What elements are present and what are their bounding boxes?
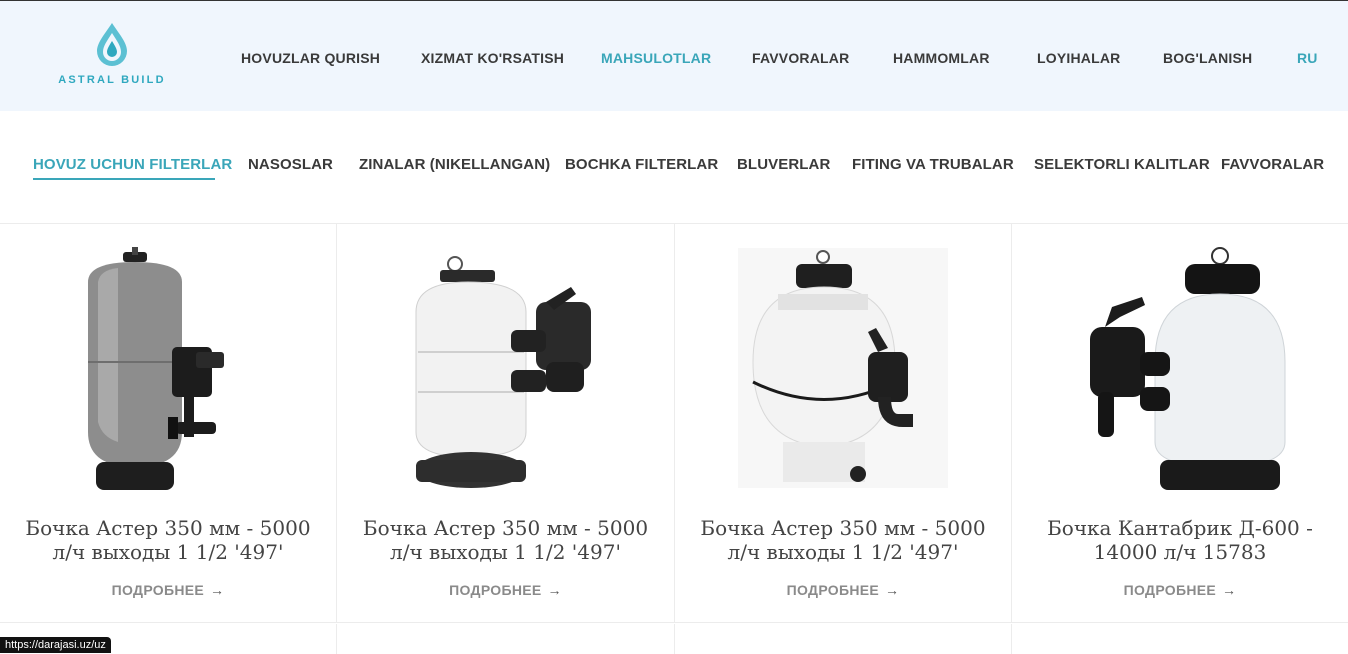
- logo[interactable]: ASTRAL BUILD: [50, 19, 174, 91]
- nav-xizmat-korsatish[interactable]: XIZMAT KO'RSATISH: [421, 50, 564, 66]
- product-card[interactable]: Бочка Астер 350 мм - 5000 л/ч выходы 1 1…: [337, 224, 675, 623]
- product-image[interactable]: [675, 242, 1011, 497]
- product-title[interactable]: Бочка Астер 350 мм - 5000 л/ч выходы 1 1…: [695, 516, 991, 564]
- logo-text: ASTRAL BUILD: [58, 74, 166, 86]
- category-nav: HOVUZ UCHUN FILTERLAR NASOSLAR ZINALAR (…: [0, 111, 1348, 224]
- browser-status-url: https://darajasi.uz/uz: [0, 637, 111, 653]
- more-link-label: ПОДРОБНЕЕ: [449, 582, 542, 598]
- more-link-label: ПОДРОБНЕЕ: [786, 582, 880, 598]
- product-card[interactable]: Бочка Астер 350 мм - 5000 л/ч выходы 1 1…: [675, 224, 1012, 623]
- category-bochka-filterlar[interactable]: BOCHKA FILTERLAR: [565, 156, 718, 173]
- more-link[interactable]: ПОДРОБНЕЕ →: [337, 582, 674, 598]
- more-link[interactable]: ПОДРОБНЕЕ →: [0, 582, 336, 598]
- nav-loyihalar[interactable]: LOYIHALAR: [1037, 50, 1120, 66]
- water-drop-icon: [97, 23, 127, 66]
- arrow-right-icon: →: [1222, 582, 1237, 598]
- language-switch[interactable]: RU: [1297, 50, 1318, 66]
- category-hovuz-uchun-filterlar[interactable]: HOVUZ UCHUN FILTERLAR: [33, 156, 232, 173]
- product-title[interactable]: Бочка Астер 350 мм - 5000 л/ч выходы 1 1…: [357, 516, 654, 564]
- product-image[interactable]: [0, 242, 336, 497]
- product-image[interactable]: [1012, 242, 1348, 497]
- nav-mahsulotlar[interactable]: MAHSULOTLAR: [601, 50, 711, 66]
- product-card-next-row: [675, 624, 1012, 654]
- category-zinalar[interactable]: ZINALAR (NIKELLANGAN): [359, 156, 550, 173]
- category-fiting-va-trubalar[interactable]: FITING VA TRUBALAR: [852, 156, 1014, 173]
- category-favvoralar[interactable]: FAVVORALAR: [1221, 156, 1324, 173]
- arrow-right-icon: →: [210, 582, 225, 598]
- arrow-right-icon: →: [885, 582, 900, 598]
- product-grid: Бочка Астер 350 мм - 5000 л/ч выходы 1 1…: [0, 224, 1348, 654]
- product-title[interactable]: Бочка Кантабрик Д-600 - 14000 л/ч 15783: [1032, 516, 1328, 564]
- nav-hovuzlar-qurish[interactable]: HOVUZLAR QURISH: [241, 50, 380, 66]
- more-link[interactable]: ПОДРОБНЕЕ →: [675, 582, 1011, 598]
- product-title[interactable]: Бочка Астер 350 мм - 5000 л/ч выходы 1 1…: [20, 516, 316, 564]
- active-category-underline: [33, 178, 215, 180]
- more-link-label: ПОДРОБНЕЕ: [111, 582, 205, 598]
- product-card[interactable]: Бочка Астер 350 мм - 5000 л/ч выходы 1 1…: [0, 224, 337, 623]
- nav-favvoralar[interactable]: FAVVORALAR: [752, 50, 849, 66]
- more-link-label: ПОДРОБНЕЕ: [1123, 582, 1217, 598]
- category-bluverlar[interactable]: BLUVERLAR: [737, 156, 830, 173]
- category-selektorli-kalitlar[interactable]: SELEKTORLI KALITLAR: [1034, 156, 1210, 173]
- more-link[interactable]: ПОДРОБНЕЕ →: [1012, 582, 1348, 598]
- product-card[interactable]: Бочка Кантабрик Д-600 - 14000 л/ч 15783 …: [1012, 224, 1348, 623]
- nav-boglanish[interactable]: BOG'LANISH: [1163, 50, 1252, 66]
- arrow-right-icon: →: [547, 582, 562, 598]
- product-card-next-row: [337, 624, 675, 654]
- nav-hammomlar[interactable]: HAMMOMLAR: [893, 50, 990, 66]
- product-image[interactable]: [337, 242, 674, 497]
- site-header: ASTRAL BUILD HOVUZLAR QURISH XIZMAT KO'R…: [0, 1, 1348, 111]
- category-nasoslar[interactable]: NASOSLAR: [248, 156, 333, 173]
